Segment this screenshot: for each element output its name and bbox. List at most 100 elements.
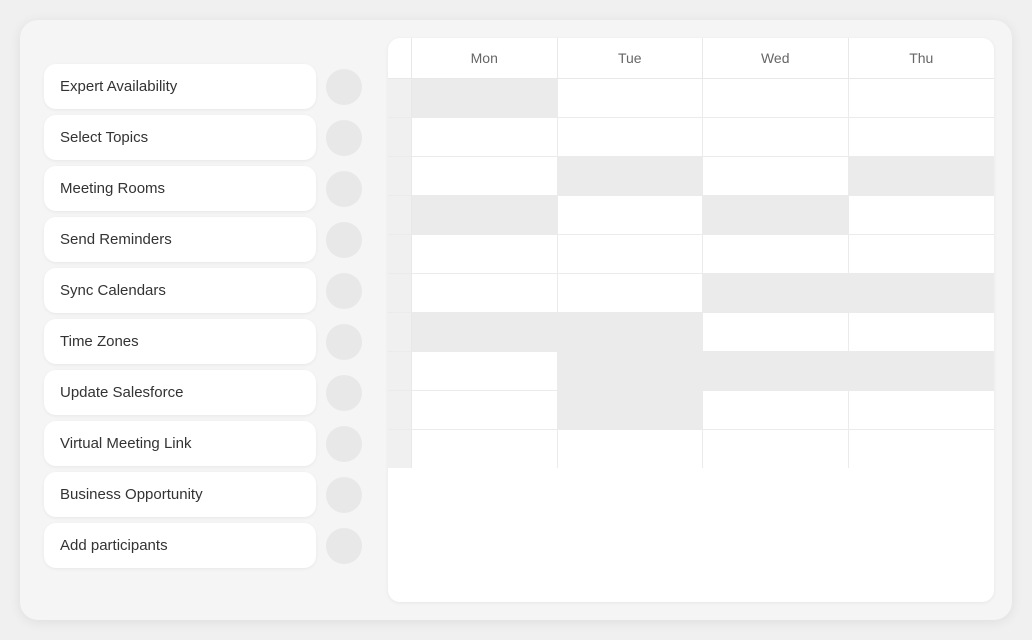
calendar-cell-7-0 [412,352,558,390]
list-items-wrapper: Expert Availability Select Topics Meeting … [38,64,368,568]
calendar-cell-9-3 [849,430,995,468]
calendar-cell-2-1 [558,157,704,195]
calendar-header-mon: Mon [412,38,558,78]
list-item-label-meeting-rooms: Meeting Rooms [44,166,316,211]
calendar-header-wed: Wed [703,38,849,78]
row-time-6 [388,313,412,351]
row-time-7 [388,352,412,390]
calendar-cell-1-1 [558,118,704,156]
main-container: Expert Availability Select Topics Meeting … [20,20,1012,620]
row-time-1 [388,118,412,156]
calendar-cell-6-3 [849,313,995,351]
calendar-cell-7-2 [703,352,849,390]
calendar-row-9 [388,430,994,468]
calendar-cell-2-0 [412,157,558,195]
row-time-0 [388,79,412,117]
calendar-cell-6-2 [703,313,849,351]
list-item-radio-send-reminders[interactable] [326,222,362,258]
calendar-header-tue: Tue [558,38,704,78]
calendar-cell-9-0 [412,430,558,468]
calendar-cell-7-3 [849,352,995,390]
list-item-radio-sync-calendars[interactable] [326,273,362,309]
calendar-cell-9-1 [558,430,704,468]
right-panel: MonTueWedThu [388,38,994,602]
list-item-radio-business-opportunity[interactable] [326,477,362,513]
calendar-cell-4-0 [412,235,558,273]
calendar-cell-1-0 [412,118,558,156]
calendar-row-7 [388,352,994,391]
list-item-send-reminders: Send Reminders [38,217,368,262]
list-item-update-salesforce: Update Salesforce [38,370,368,415]
list-item-label-expert-availability: Expert Availability [44,64,316,109]
list-item-radio-add-participants[interactable] [326,528,362,564]
list-item-radio-expert-availability[interactable] [326,69,362,105]
list-item-expert-availability: Expert Availability [38,64,368,109]
calendar-cell-5-2 [703,274,849,312]
calendar-cell-8-0 [412,391,558,429]
list-item-label-send-reminders: Send Reminders [44,217,316,262]
list-item-add-participants: Add participants [38,523,368,568]
calendar-cell-1-3 [849,118,995,156]
list-item-radio-meeting-rooms[interactable] [326,171,362,207]
list-item-radio-time-zones[interactable] [326,324,362,360]
list-item-select-topics: Select Topics [38,115,368,160]
calendar-row-8 [388,391,994,430]
list-item-radio-update-salesforce[interactable] [326,375,362,411]
calendar-row-1 [388,118,994,157]
list-item-radio-select-topics[interactable] [326,120,362,156]
list-item-label-add-participants: Add participants [44,523,316,568]
list-item-meeting-rooms: Meeting Rooms [38,166,368,211]
list-item-sync-calendars: Sync Calendars [38,268,368,313]
calendar-row-2 [388,157,994,196]
calendar-cell-6-1 [558,313,704,351]
calendar-row-0 [388,79,994,118]
row-time-3 [388,196,412,234]
calendar-row-3 [388,196,994,235]
list-item-business-opportunity: Business Opportunity [38,472,368,517]
calendar-cell-4-1 [558,235,704,273]
calendar-cell-0-0 [412,79,558,117]
calendar-header-thu: Thu [849,38,995,78]
calendar-cell-0-2 [703,79,849,117]
list-item-label-virtual-meeting-link: Virtual Meeting Link [44,421,316,466]
calendar-cell-9-2 [703,430,849,468]
calendar-body [388,79,994,468]
calendar-cell-6-0 [412,313,558,351]
calendar-cell-3-0 [412,196,558,234]
panel-title [38,38,368,64]
calendar-container: MonTueWedThu [388,38,994,602]
list-item-virtual-meeting-link: Virtual Meeting Link [38,421,368,466]
calendar-cell-0-1 [558,79,704,117]
calendar-cell-7-1 [558,352,704,390]
row-time-2 [388,157,412,195]
calendar-cell-4-2 [703,235,849,273]
calendar-cell-3-1 [558,196,704,234]
calendar-cell-8-2 [703,391,849,429]
row-time-5 [388,274,412,312]
calendar-cell-5-0 [412,274,558,312]
calendar-cell-1-2 [703,118,849,156]
list-item-label-update-salesforce: Update Salesforce [44,370,316,415]
calendar-header-spacer [388,38,412,78]
calendar-cell-5-1 [558,274,704,312]
list-item-label-sync-calendars: Sync Calendars [44,268,316,313]
calendar-cell-0-3 [849,79,995,117]
calendar-cell-3-2 [703,196,849,234]
row-time-4 [388,235,412,273]
calendar-row-5 [388,274,994,313]
list-item-time-zones: Time Zones [38,319,368,364]
left-panel: Expert Availability Select Topics Meeting … [38,38,368,602]
list-item-label-time-zones: Time Zones [44,319,316,364]
calendar-cell-8-1 [558,391,704,429]
list-item-label-select-topics: Select Topics [44,115,316,160]
calendar-header: MonTueWedThu [388,38,994,79]
calendar-cell-2-3 [849,157,995,195]
calendar-row-6 [388,313,994,352]
list-item-radio-virtual-meeting-link[interactable] [326,426,362,462]
calendar-cell-4-3 [849,235,995,273]
list-item-label-business-opportunity: Business Opportunity [44,472,316,517]
calendar-row-4 [388,235,994,274]
calendar-cell-5-3 [849,274,995,312]
calendar-cell-3-3 [849,196,995,234]
row-time-9 [388,430,412,468]
